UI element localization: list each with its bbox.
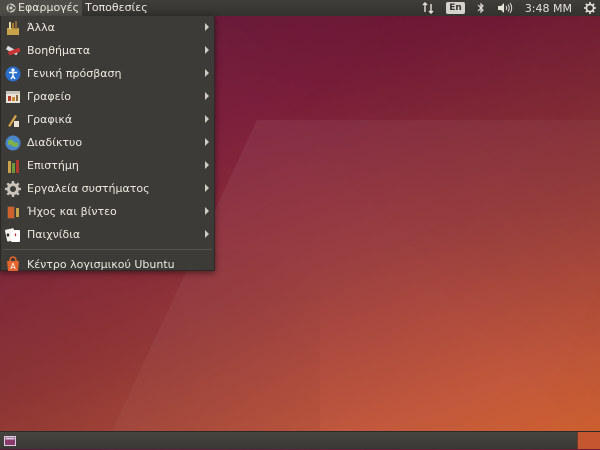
svg-text:A: A	[10, 262, 16, 271]
bluetooth-icon	[477, 2, 484, 14]
menu-item-accessibility[interactable]: Γενική πρόσβαση	[1, 62, 214, 85]
menu-item-label: Παιχνίδια	[27, 228, 81, 241]
submenu-arrow-icon	[205, 115, 209, 123]
submenu-arrow-icon	[205, 207, 209, 215]
menu-item-software-center[interactable]: A Κέντρο λογισμικού Ubuntu	[1, 253, 214, 275]
menu-item-label: Βοηθήματα	[27, 44, 91, 57]
accessibility-icon	[5, 66, 21, 82]
ubuntu-apps-icon	[6, 3, 16, 13]
system-menu-indicator[interactable]	[584, 2, 596, 14]
bottom-panel	[0, 431, 600, 449]
menu-item-label: Ήχος και βίντεο	[27, 205, 117, 218]
wallpaper-facet-shadow	[0, 250, 320, 450]
menu-item-science[interactable]: Επιστήμη	[1, 154, 214, 177]
menu-item-label: Γραφικά	[27, 113, 73, 126]
graphics-icon	[5, 112, 21, 128]
top-panel: Εφαρμογές Τοποθεσίες En 3:48 MM	[0, 0, 600, 16]
volume-icon	[497, 2, 513, 14]
keyboard-layout-label: En	[446, 2, 465, 14]
menu-item-other[interactable]: Άλλα	[1, 16, 214, 39]
system-tools-icon	[5, 180, 21, 197]
gear-icon	[584, 2, 596, 14]
submenu-arrow-icon	[205, 161, 209, 169]
submenu-arrow-icon	[205, 23, 209, 31]
menu-item-label: Κέντρο λογισμικού Ubuntu	[27, 257, 175, 271]
submenu-arrow-icon	[205, 184, 209, 192]
accessories-icon	[5, 43, 21, 59]
menu-item-office[interactable]: Γραφείο	[1, 85, 214, 108]
menu-item-internet[interactable]: Διαδίκτυο	[1, 131, 214, 154]
clock-label: 3:48 MM	[524, 1, 572, 15]
show-desktop-icon[interactable]	[4, 436, 16, 446]
menu-item-graphics[interactable]: Γραφικά	[1, 108, 214, 131]
applications-menu-button[interactable]: Εφαρμογές	[0, 0, 83, 16]
applications-menu: Άλλα Βοηθήματα Γενική πρόσβαση Γραφείο Γ…	[0, 16, 215, 271]
submenu-arrow-icon	[205, 230, 209, 238]
submenu-arrow-icon	[205, 69, 209, 77]
workspace-switcher[interactable]	[577, 432, 600, 449]
places-menu-label: Τοποθεσίες	[85, 1, 148, 14]
menu-item-label: Διαδίκτυο	[27, 136, 83, 149]
top-menubar: Εφαρμογές Τοποθεσίες	[0, 0, 151, 16]
menu-item-system-tools[interactable]: Εργαλεία συστήματος	[1, 177, 214, 200]
menu-item-sound-video[interactable]: Ήχος και βίντεο	[1, 200, 214, 223]
volume-indicator[interactable]	[497, 2, 513, 14]
menu-item-label: Γραφείο	[27, 90, 72, 103]
places-menu-button[interactable]: Τοποθεσίες	[82, 0, 151, 16]
clock-indicator[interactable]: 3:48 MM	[525, 2, 572, 15]
applications-menu-label: Εφαρμογές	[18, 1, 80, 14]
menu-item-label: Επιστήμη	[27, 159, 79, 172]
submenu-arrow-icon	[205, 92, 209, 100]
network-updown-icon	[422, 2, 434, 14]
menu-item-games[interactable]: Παιχνίδια	[1, 223, 214, 246]
menu-separator	[3, 249, 212, 250]
keyboard-layout-indicator[interactable]: En	[446, 2, 465, 14]
other-apps-icon	[5, 20, 21, 36]
software-center-icon: A	[5, 256, 21, 272]
system-tray: En 3:48 MM	[416, 0, 600, 16]
menu-item-label: Γενική πρόσβαση	[27, 67, 122, 80]
submenu-arrow-icon	[205, 46, 209, 54]
bluetooth-indicator[interactable]	[477, 2, 485, 14]
network-indicator[interactable]	[422, 2, 434, 14]
menu-item-accessories[interactable]: Βοηθήματα	[1, 39, 214, 62]
office-icon	[5, 89, 21, 105]
sound-video-icon	[5, 204, 21, 220]
menu-item-label: Άλλα	[27, 21, 55, 34]
games-icon	[5, 227, 21, 243]
submenu-arrow-icon	[205, 138, 209, 146]
menu-item-label: Εργαλεία συστήματος	[27, 182, 150, 195]
science-icon	[5, 158, 21, 174]
internet-icon	[5, 135, 21, 151]
